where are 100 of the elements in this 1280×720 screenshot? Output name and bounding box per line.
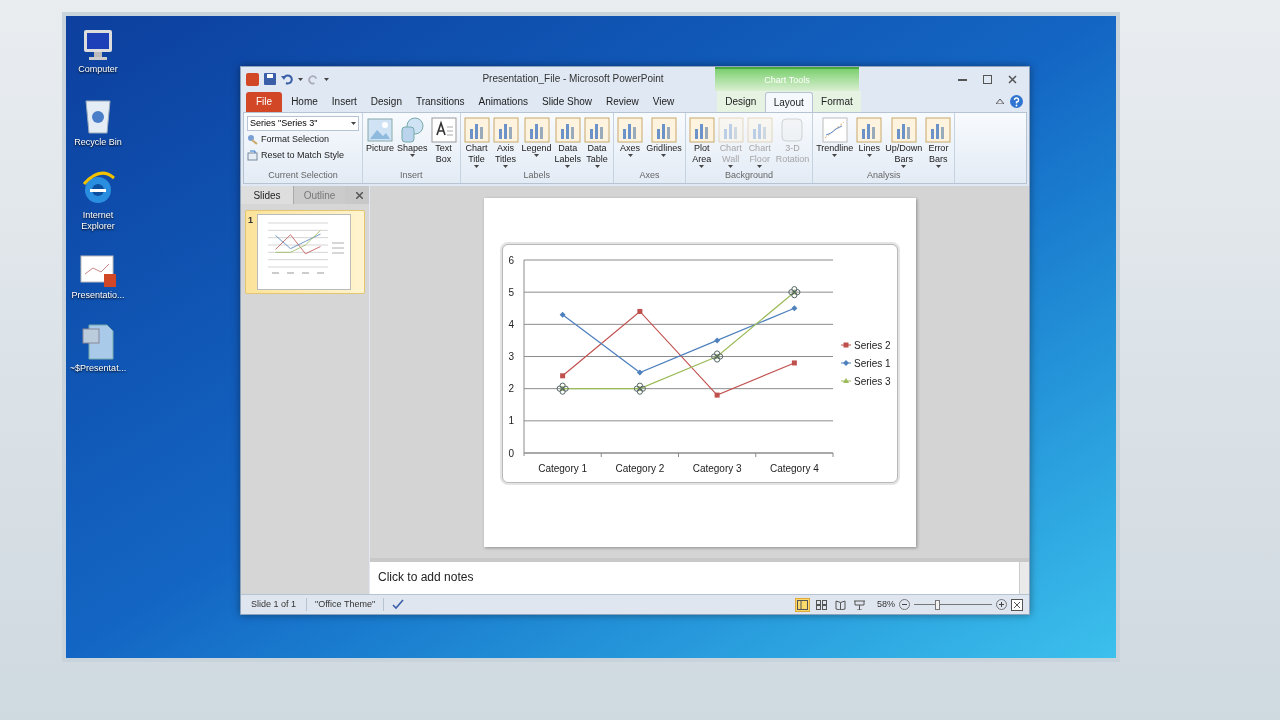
ribbon-button[interactable]: Error Bars [928,143,949,165]
ribbon-tab[interactable]: Layout [764,92,813,112]
x-tick-label: Category 3 [692,462,742,474]
caret-icon [298,77,303,81]
y-tick-label: 0 [507,447,514,458]
chart-icon [492,117,519,143]
trendline-icon [821,117,848,143]
ribbon-tab[interactable]: Design [717,92,765,112]
desktop-icon-label[interactable]: Internet Explorer [68,210,128,232]
ribbon-button[interactable]: Trendline [816,143,854,154]
context-tab-header: Chart Tools [715,67,859,91]
data-point [843,342,848,347]
caret-icon [661,154,667,157]
caret-icon [866,154,872,157]
text-box-icon [430,117,457,143]
caret-icon [728,165,734,168]
legend-label: Series 1 [853,357,891,369]
help-icon[interactable] [1010,95,1023,108]
ribbon-button[interactable]: Plot Area [692,143,712,165]
theme-name: "Office Theme" [307,597,385,612]
ribbon-tab[interactable]: Transitions [410,92,470,112]
legend-label: Series 2 [853,339,891,351]
y-tick-label: 1 [507,414,514,426]
x-tick-label: Category 1 [537,462,587,474]
undo-icon[interactable] [281,73,293,85]
zoom-slider[interactable] [914,599,992,610]
zoom-level[interactable]: 58% [877,597,895,612]
ribbon-button[interactable]: Shapes [397,143,428,154]
caret-icon [474,165,480,168]
y-tick-label: 4 [507,318,514,330]
selection-dropdown[interactable]: Series "Series 3" [247,116,359,131]
chart-icon [617,117,644,143]
caret-icon [935,165,941,168]
ribbon-tab[interactable]: Slide Show [537,92,597,112]
caret-icon [565,165,571,168]
ribbon-tab[interactable]: Format [813,92,861,112]
close-icon[interactable] [356,191,363,199]
chart-icon [925,117,952,143]
chart-icon [890,117,917,143]
spelling-check-icon[interactable] [392,599,405,610]
caret-icon [699,165,705,168]
caret-icon [901,165,907,168]
close-icon[interactable] [1008,74,1017,84]
ribbon-tab[interactable]: Home [286,92,323,112]
normal-view-button[interactable] [795,597,810,612]
y-tick-label: 2 [507,382,514,394]
scrollbar[interactable] [1019,562,1029,594]
slide-thumbnail[interactable]: 1 [245,210,365,294]
fit-to-window-icon[interactable] [1011,598,1023,611]
chart-icon [554,117,581,143]
ribbon-command[interactable]: Format Selection [261,133,330,147]
notes-field[interactable]: Click to add notes [370,562,1019,594]
caret-icon [627,154,633,157]
save-icon[interactable] [264,73,276,85]
x-tick-label: Category 4 [769,462,819,474]
ribbon-button[interactable]: Chart Title [465,143,488,165]
chart-icon [523,117,550,143]
ribbon-button[interactable]: Up/Down Bars [885,143,923,165]
caret-icon [324,77,329,81]
caret-icon [534,154,540,157]
ribbon-command[interactable]: Reset to Match Style [261,148,345,162]
ribbon-button[interactable]: Axis Titles [494,143,517,165]
zoom-in-button[interactable] [996,599,1007,610]
y-tick-label: 3 [507,350,514,362]
slide-show-button[interactable] [852,597,867,612]
ribbon-button[interactable]: Lines [858,143,881,154]
pane-tab[interactable]: Slides [241,186,293,204]
ribbon-tab[interactable]: File [246,92,283,112]
desktop-icon-label[interactable]: Recycle Bin [68,137,128,148]
ribbon-tab[interactable]: Design [365,92,407,112]
ribbon-button[interactable]: Data Table [586,143,608,165]
reading-view-button[interactable] [833,597,848,612]
window-title: Presentation_File - Microsoft PowerPoint [481,72,665,86]
slide-sorter-button[interactable] [814,597,829,612]
ribbon-button[interactable]: Axes [620,143,641,154]
ribbon-button[interactable]: Picture [366,143,394,154]
desktop-icon-label[interactable]: Computer [68,64,128,75]
ribbon-button[interactable]: Data Labels [554,143,582,165]
caret-icon [409,154,415,157]
ribbon-button[interactable]: Text Box [435,143,452,165]
ribbon-group-label: Labels [522,168,552,182]
ribbon-group-label: Analysis [866,168,902,182]
ribbon-tab[interactable]: View [647,92,680,112]
maximize-icon[interactable] [983,74,992,84]
ribbon-button[interactable]: Legend [521,143,552,154]
slide-count: Slide 1 of 1 [241,597,308,612]
ribbon-button[interactable]: Gridlines [646,143,682,154]
zoom-slider-thumb[interactable] [935,599,941,610]
collapse-ribbon-icon[interactable] [996,99,1004,104]
ribbon-tab[interactable]: Animations [473,92,533,112]
desktop-icon-label[interactable]: Presentatio... [68,290,128,301]
ribbon-group-label: Background [723,168,774,182]
presentation-file-icon [79,254,117,288]
ribbon-tab[interactable]: Insert [326,92,362,112]
legend-label: Series 3 [853,375,891,387]
ribbon-tab[interactable]: Review [601,92,644,112]
desktop-icon-label[interactable]: ~$Presentat... [68,363,128,374]
chart-icon [746,117,773,143]
chart-icon [650,117,677,143]
reset-icon [247,149,258,161]
